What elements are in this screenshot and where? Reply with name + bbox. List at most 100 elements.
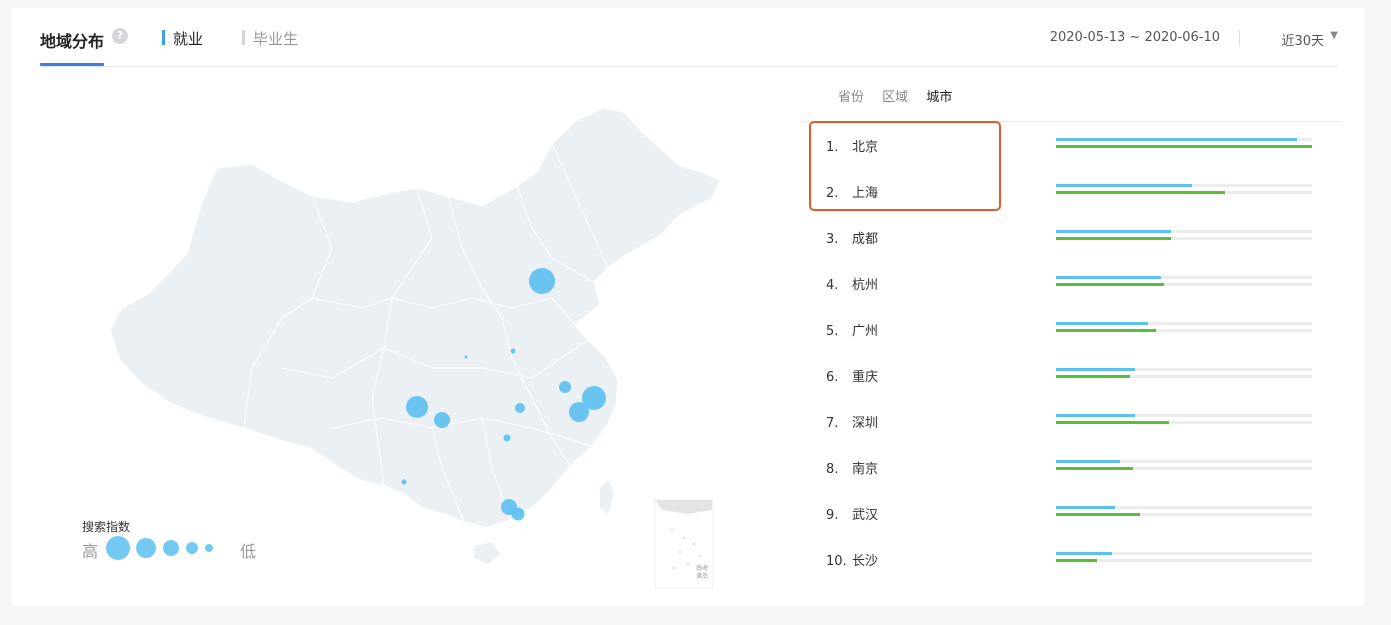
rank-number: 6. — [826, 370, 839, 385]
ranking-row[interactable]: 10. 长沙 — [802, 536, 1342, 582]
ranking-row[interactable]: 7. 深圳 — [802, 398, 1342, 444]
green-bar-track — [1056, 513, 1312, 516]
employment-bar — [1056, 414, 1136, 417]
bubble-wuhan[interactable] — [515, 403, 525, 413]
title-underline — [40, 63, 104, 66]
green-bar-track — [1056, 329, 1312, 332]
city-name: 重庆 — [852, 370, 879, 385]
search-bar — [1056, 467, 1133, 470]
bubble-beijing[interactable] — [529, 268, 555, 294]
panel-header: 地域分布 ? 就业 毕业生 2020-05-13 ~ 2020-06-10 近3… — [40, 8, 1338, 67]
blue-bar-track — [1056, 230, 1312, 233]
bubble-hangzhou[interactable] — [569, 402, 589, 422]
employment-bar — [1056, 368, 1136, 371]
tab-area[interactable]: 区域 — [882, 90, 908, 105]
bubble-chongqing[interactable] — [434, 412, 450, 428]
employment-bar — [1056, 138, 1297, 141]
legend-high-label: 高 — [82, 542, 99, 561]
ranking-label: 8. 南京 — [826, 458, 878, 477]
blue-bar-track — [1056, 184, 1312, 187]
employment-bar — [1056, 506, 1115, 509]
rank-number: 9. — [826, 508, 839, 523]
page-title: 地域分布 — [40, 32, 105, 51]
ranking-label: 7. 深圳 — [826, 412, 878, 431]
ranking-row[interactable]: 5. 广州 — [802, 306, 1342, 352]
blue-bar-track — [1056, 552, 1312, 555]
bubble-zhengzhou[interactable] — [510, 348, 516, 354]
green-bar-track — [1056, 283, 1312, 286]
bubble-kunming[interactable] — [401, 479, 407, 485]
search-bar — [1056, 513, 1141, 516]
employment-bar — [1056, 460, 1120, 463]
ranking-row[interactable]: 4. 杭州 — [802, 260, 1342, 306]
ranking-label: 9. 武汉 — [826, 504, 878, 523]
period-select[interactable]: 近30天 — [1281, 30, 1324, 49]
employment-bar — [1056, 184, 1192, 187]
ranking-label: 3. 成都 — [826, 228, 878, 247]
rank-number: 8. — [826, 462, 839, 477]
bubble-chengdu[interactable] — [406, 396, 428, 418]
green-bar-track — [1056, 421, 1312, 424]
chevron-down-icon[interactable]: ▼ — [1330, 30, 1338, 41]
green-bar-track — [1056, 145, 1312, 148]
ranking-label: 5. 广州 — [826, 320, 878, 339]
tab-city[interactable]: 城市 — [926, 90, 952, 105]
blue-bar-track — [1056, 276, 1312, 279]
legend-bubbles — [106, 536, 213, 560]
city-name: 深圳 — [852, 416, 879, 431]
blue-bar-track — [1056, 506, 1312, 509]
ranking-label: 4. 杭州 — [826, 274, 878, 293]
city-name: 成都 — [852, 232, 879, 247]
legend-low-label: 低 — [240, 542, 257, 561]
divider — [1239, 30, 1240, 46]
employment-bar — [1056, 552, 1113, 555]
taiwan-island — [600, 480, 614, 514]
bubble-shenzhen[interactable] — [511, 507, 525, 521]
search-bar — [1056, 191, 1225, 194]
green-bar-track — [1056, 237, 1312, 240]
green-bar-track — [1056, 467, 1312, 470]
ranking-label: 6. 重庆 — [826, 366, 878, 385]
bubble-xian[interactable] — [464, 355, 468, 359]
inset-label: 南海 — [696, 564, 708, 572]
green-bar-track — [1056, 375, 1312, 378]
help-icon[interactable]: ? — [112, 28, 128, 44]
ranking-row[interactable]: 8. 南京 — [802, 444, 1342, 490]
city-name: 南京 — [852, 462, 879, 477]
green-bar-track — [1056, 191, 1312, 194]
search-bar — [1056, 237, 1172, 240]
city-name: 杭州 — [852, 278, 879, 293]
search-bar — [1056, 145, 1312, 148]
rank-number: 4. — [826, 278, 839, 293]
inset-label: 诸岛 — [696, 572, 708, 580]
blue-bar-track — [1056, 460, 1312, 463]
city-name: 武汉 — [852, 508, 879, 523]
search-bar — [1056, 329, 1156, 332]
date-range[interactable]: 2020-05-13 ~ 2020-06-10 — [1050, 30, 1220, 45]
ranking-row[interactable]: 9. 武汉 — [802, 490, 1342, 536]
bubble-changsha[interactable] — [503, 434, 511, 442]
city-name: 广州 — [852, 324, 879, 339]
rank-number: 5. — [826, 324, 839, 339]
map-land — [109, 107, 721, 529]
search-bar — [1056, 421, 1169, 424]
blue-bar-track — [1056, 322, 1312, 325]
legend-title: 搜索指数 — [82, 520, 131, 534]
tab-province[interactable]: 省份 — [838, 90, 864, 105]
highlight-box — [809, 121, 1001, 211]
employment-bar — [1056, 322, 1149, 325]
hainan-island — [474, 542, 500, 564]
ranking-row[interactable]: 6. 重庆 — [802, 352, 1342, 398]
search-bar — [1056, 375, 1131, 378]
rank-number: 7. — [826, 416, 839, 431]
ranking-row[interactable]: 3. 成都 — [802, 214, 1342, 260]
tab-graduates[interactable]: 毕业生 — [242, 28, 298, 49]
regional-distribution-panel: 地域分布 ? 就业 毕业生 2020-05-13 ~ 2020-06-10 近3… — [12, 8, 1364, 606]
employment-bar — [1056, 230, 1172, 233]
blue-bar-track — [1056, 368, 1312, 371]
south-china-sea-inset: 南海 诸岛 — [654, 499, 714, 589]
green-bar-track — [1056, 559, 1312, 562]
bubble-nanjing[interactable] — [559, 381, 571, 393]
search-bar — [1056, 283, 1164, 286]
tab-employment[interactable]: 就业 — [162, 28, 203, 49]
